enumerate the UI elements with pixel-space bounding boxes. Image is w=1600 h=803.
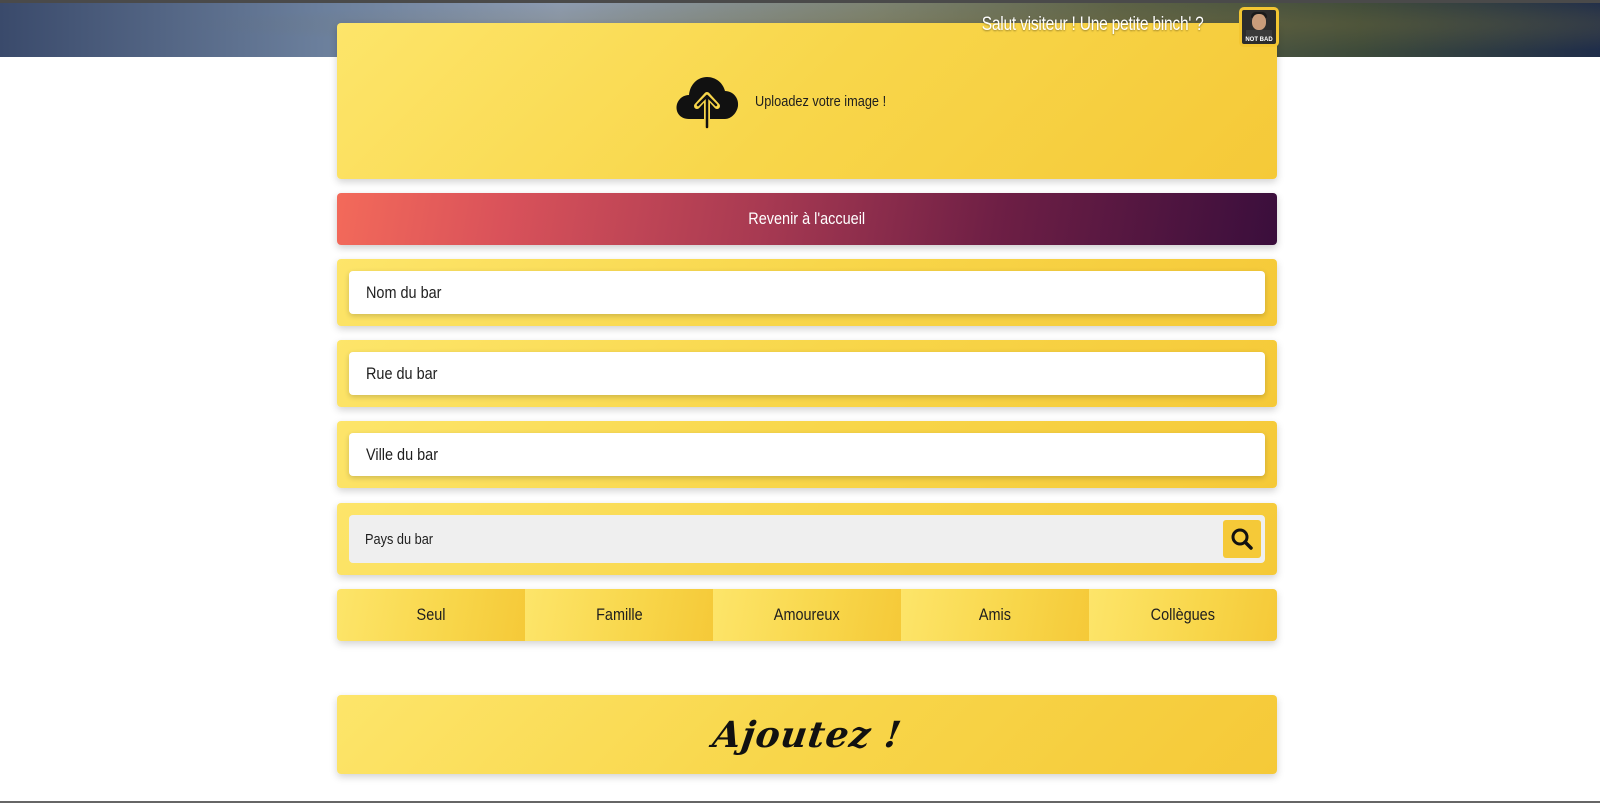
add-bar-label: Ajoutez ! — [709, 713, 905, 756]
category-tab-amoureux[interactable]: Amoureux — [713, 589, 901, 641]
category-label: Amoureux — [774, 605, 840, 624]
bar-city-placeholder: Ville du bar — [366, 444, 439, 464]
image-upload-area[interactable]: Uploadez votre image ! — [337, 23, 1277, 179]
category-tab-seul[interactable]: Seul — [337, 589, 525, 641]
back-home-label: Revenir à l'accueil — [748, 209, 866, 228]
category-label: Famille — [595, 605, 643, 624]
category-tabs: Seul Famille Amoureux Amis Collègues — [337, 589, 1277, 641]
user-avatar[interactable]: NOT BAD — [1239, 7, 1279, 47]
category-tab-famille[interactable]: Famille — [525, 589, 713, 641]
search-icon — [1231, 528, 1253, 550]
bar-name-input[interactable]: Nom du bar — [349, 271, 1265, 314]
avatar-face — [1252, 14, 1266, 30]
search-button[interactable] — [1223, 520, 1261, 558]
category-tab-amis[interactable]: Amis — [901, 589, 1089, 641]
greeting-text: Salut visiteur ! Une petite binch' ? — [982, 14, 1204, 35]
bar-country-placeholder: Pays du bar — [365, 530, 434, 548]
bar-street-wrapper: Rue du bar — [337, 340, 1277, 407]
category-label: Amis — [978, 605, 1012, 624]
bar-city-input[interactable]: Ville du bar — [349, 433, 1265, 476]
upload-label: Uploadez votre image ! — [754, 92, 886, 110]
bar-name-wrapper: Nom du bar — [337, 259, 1277, 326]
category-label: Collègues — [1150, 605, 1216, 624]
back-home-button[interactable]: Revenir à l'accueil — [337, 193, 1277, 245]
add-bar-button[interactable]: Ajoutez ! — [337, 695, 1277, 774]
bar-city-wrapper: Ville du bar — [337, 421, 1277, 488]
bar-name-placeholder: Nom du bar — [366, 282, 442, 302]
bar-street-input[interactable]: Rue du bar — [349, 352, 1265, 395]
category-label: Seul — [416, 605, 446, 624]
category-tab-collegues[interactable]: Collègues — [1089, 589, 1277, 641]
bar-country-wrapper: Pays du bar — [337, 503, 1277, 575]
bar-street-placeholder: Rue du bar — [366, 363, 438, 383]
bar-country-input[interactable]: Pays du bar — [349, 515, 1265, 563]
avatar-caption: NOT BAD — [1245, 37, 1273, 43]
cloud-upload-icon — [676, 77, 738, 130]
